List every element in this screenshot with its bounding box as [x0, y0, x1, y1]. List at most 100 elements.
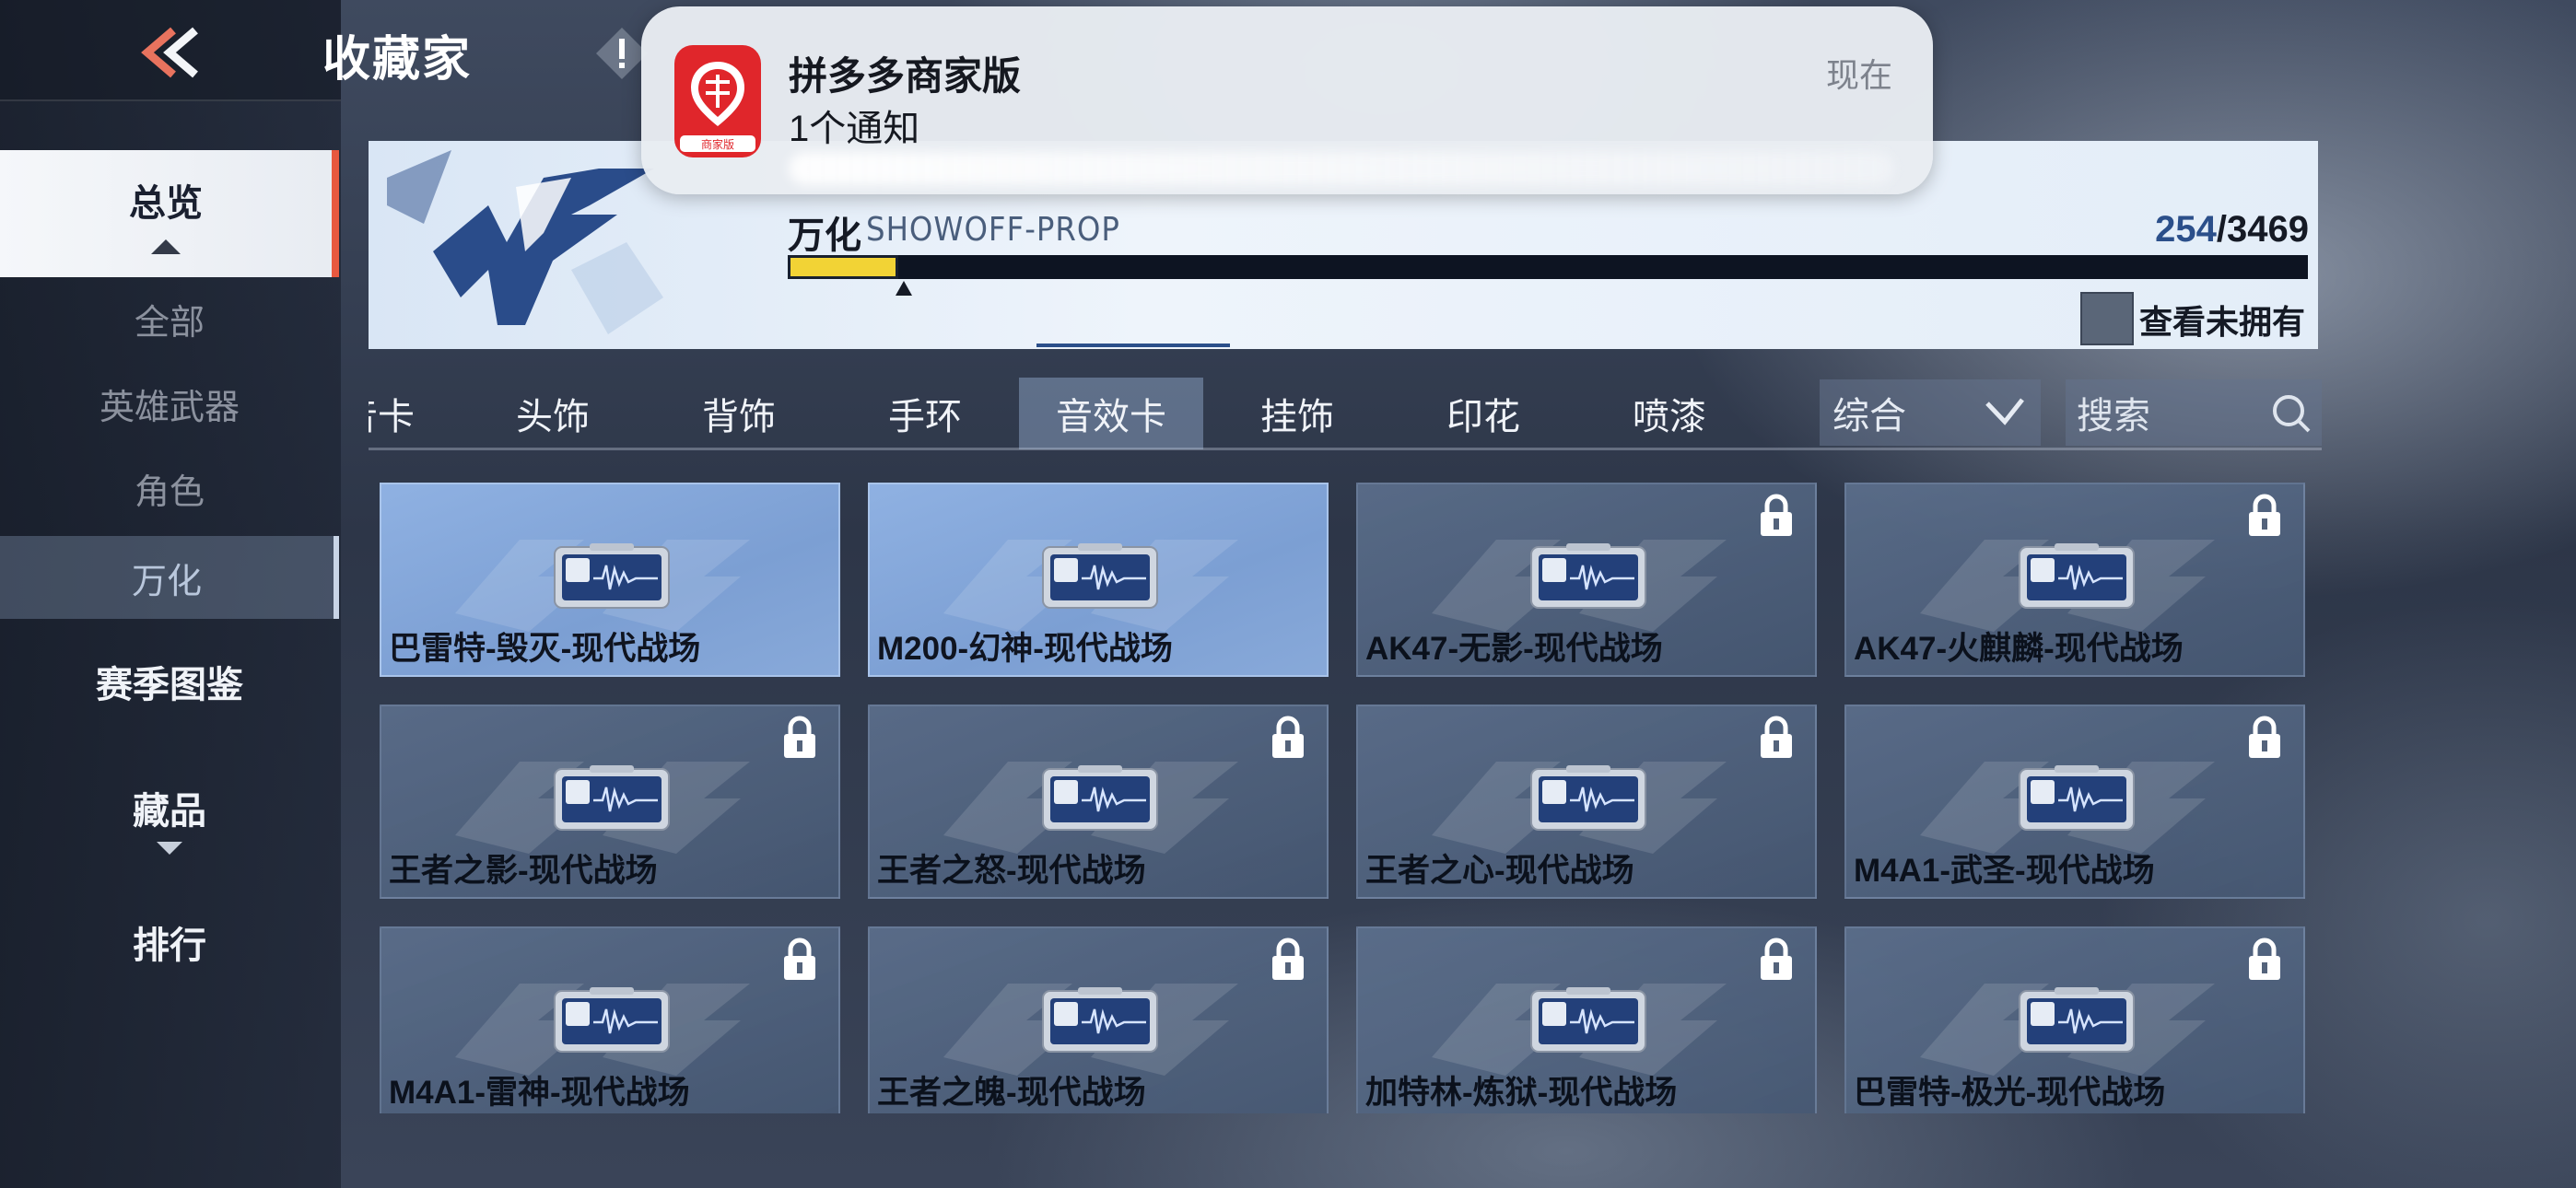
item-card[interactable]: 巴雷特-极光-现代战场: [1844, 926, 2305, 1113]
sidebar-item-characters[interactable]: 角色: [0, 451, 339, 525]
page-title: 收藏家: [322, 33, 473, 87]
sidebar-item-wanhua[interactable]: 万化: [0, 536, 339, 619]
tab-headwear[interactable]: 头饰: [461, 378, 645, 449]
sound-card-icon: [1530, 543, 1646, 609]
item-name: 王者之影-现代战场: [389, 853, 658, 889]
tab-sound-card-partial[interactable]: 音卡: [369, 378, 470, 449]
lock-icon: [1761, 716, 1792, 758]
lock-icon: [2249, 494, 2280, 536]
sidebar-item-label: 万化: [131, 562, 202, 601]
app-icon-caption: 商家版: [701, 137, 734, 151]
tab-sound-effect-card[interactable]: 音效卡: [1019, 378, 1203, 449]
sound-card-icon: [554, 765, 670, 831]
sound-card-icon: [2019, 765, 2135, 831]
tab-label: 音效卡: [1056, 397, 1166, 437]
item-card[interactable]: 巴雷特-毁灭-现代战场: [380, 483, 840, 677]
series-code: SHOWOFF-PROP: [866, 211, 1120, 249]
sound-card-icon: [1042, 543, 1158, 609]
sound-card-icon: [2019, 543, 2135, 609]
lock-icon: [1761, 938, 1792, 980]
expand-down-icon: [157, 842, 182, 855]
sort-selected-value: 综合: [1832, 396, 1906, 437]
lock-icon: [1272, 938, 1304, 980]
tab-label: 头饰: [516, 397, 590, 437]
collection-progress-fill: [788, 255, 898, 279]
sound-card-icon: [1042, 987, 1158, 1053]
search-icon[interactable]: [2270, 392, 2313, 435]
series-name: 万化: [788, 215, 861, 256]
sound-card-icon: [1530, 765, 1646, 831]
back-button[interactable]: [129, 20, 212, 85]
tab-spray[interactable]: 喷漆: [1577, 378, 1762, 449]
search-input[interactable]: 搜索: [2066, 379, 2322, 446]
owned-count: 254: [2155, 209, 2217, 250]
sidebar-item-label: 全部: [134, 303, 205, 343]
item-card[interactable]: M4A1-雷神-现代战场: [380, 926, 840, 1113]
sidebar-item-hero-weapons[interactable]: 英雄武器: [0, 367, 339, 440]
lock-icon: [1272, 716, 1304, 758]
tab-label: 挂饰: [1260, 397, 1334, 437]
item-name: 巴雷特-极光-现代战场: [1854, 1075, 2166, 1111]
progress-marker-icon: [896, 281, 912, 296]
item-name: AK47-火麒麟-现代战场: [1854, 631, 2184, 667]
sidebar-item-label: 英雄武器: [99, 388, 240, 427]
item-name: 巴雷特-毁灭-现代战场: [389, 631, 701, 667]
count-separator: /: [2216, 209, 2228, 250]
tab-decal[interactable]: 印花: [1391, 378, 1575, 449]
tab-label: 喷漆: [1633, 397, 1706, 437]
sidebar-item-label: 角色: [134, 472, 205, 512]
notification-body: 1个通知: [789, 109, 920, 149]
item-name: AK47-无影-现代战场: [1365, 631, 1663, 667]
chevron-down-icon: [1985, 398, 2024, 425]
tab-label: 印花: [1446, 397, 1520, 437]
item-card[interactable]: 王者之心-现代战场: [1356, 705, 1817, 899]
sound-card-icon: [2019, 987, 2135, 1053]
tabs-divider: [369, 448, 2322, 450]
sidebar-item-label: 赛季图鉴: [96, 665, 243, 705]
item-card[interactable]: AK47-火麒麟-现代战场: [1844, 483, 2305, 677]
sound-card-icon: [1530, 987, 1646, 1053]
item-name: 王者之怒-现代战场: [877, 853, 1146, 889]
show-unowned-checkbox[interactable]: [2080, 292, 2134, 345]
push-notification[interactable]: 商家版 拼多多商家版 1个通知 现在: [641, 6, 1933, 194]
sidebar-item-season-atlas[interactable]: 赛季图鉴: [0, 640, 339, 723]
show-unowned-label[interactable]: 查看未拥有: [2139, 296, 2305, 344]
sound-card-icon: [1042, 765, 1158, 831]
item-grid: 巴雷特-毁灭-现代战场 M200-幻神-现代战场 AK47-无影-现代战场 AK47-…: [380, 483, 2307, 1113]
pinduoduo-app-icon: 商家版: [674, 45, 761, 157]
item-card[interactable]: M4A1-武圣-现代战场: [1844, 705, 2305, 899]
tab-pendant[interactable]: 挂饰: [1205, 378, 1389, 449]
sidebar-item-all[interactable]: 全部: [0, 282, 339, 355]
sidebar-item-ranking[interactable]: 排行: [0, 901, 339, 984]
sidebar-item-collectibles[interactable]: 藏品: [0, 772, 339, 864]
lock-icon: [1761, 494, 1792, 536]
notification-app-name: 拼多多商家版: [789, 54, 1022, 98]
item-card[interactable]: 王者之怒-现代战场: [868, 705, 1329, 899]
banner-divider: [1036, 344, 1230, 347]
item-name: M4A1-武圣-现代战场: [1854, 853, 2155, 889]
item-card[interactable]: M200-幻神-现代战场: [868, 483, 1329, 677]
item-card[interactable]: 王者之魄-现代战场: [868, 926, 1329, 1113]
sidebar-item-overview[interactable]: 总览: [0, 150, 339, 277]
total-count: 3469: [2227, 209, 2309, 250]
tab-label: 音卡: [369, 397, 415, 437]
item-card[interactable]: 王者之影-现代战场: [380, 705, 840, 899]
item-card[interactable]: AK47-无影-现代战场: [1356, 483, 1817, 677]
tab-back-accessory[interactable]: 背饰: [647, 378, 831, 449]
collection-progress-bar: [788, 255, 2308, 279]
item-name: M4A1-雷神-现代战场: [389, 1075, 690, 1111]
double-chevron-left-icon: [141, 27, 198, 78]
tab-label: 背饰: [702, 397, 776, 437]
sound-card-icon: [554, 543, 670, 609]
item-name: 加特林-炼狱-现代战场: [1365, 1075, 1678, 1111]
sidebar-item-label: 总览: [129, 183, 203, 224]
sidebar-item-label: 排行: [133, 926, 206, 966]
item-name: M200-幻神-现代战场: [877, 631, 1173, 667]
lock-icon: [784, 938, 815, 980]
tab-bracelet[interactable]: 手环: [833, 378, 1017, 449]
collapse-up-icon: [151, 239, 181, 254]
sidebar-item-label: 藏品: [133, 791, 206, 832]
sort-dropdown[interactable]: 综合: [1820, 379, 2041, 446]
item-card[interactable]: 加特林-炼狱-现代战场: [1356, 926, 1817, 1113]
lock-icon: [2249, 938, 2280, 980]
